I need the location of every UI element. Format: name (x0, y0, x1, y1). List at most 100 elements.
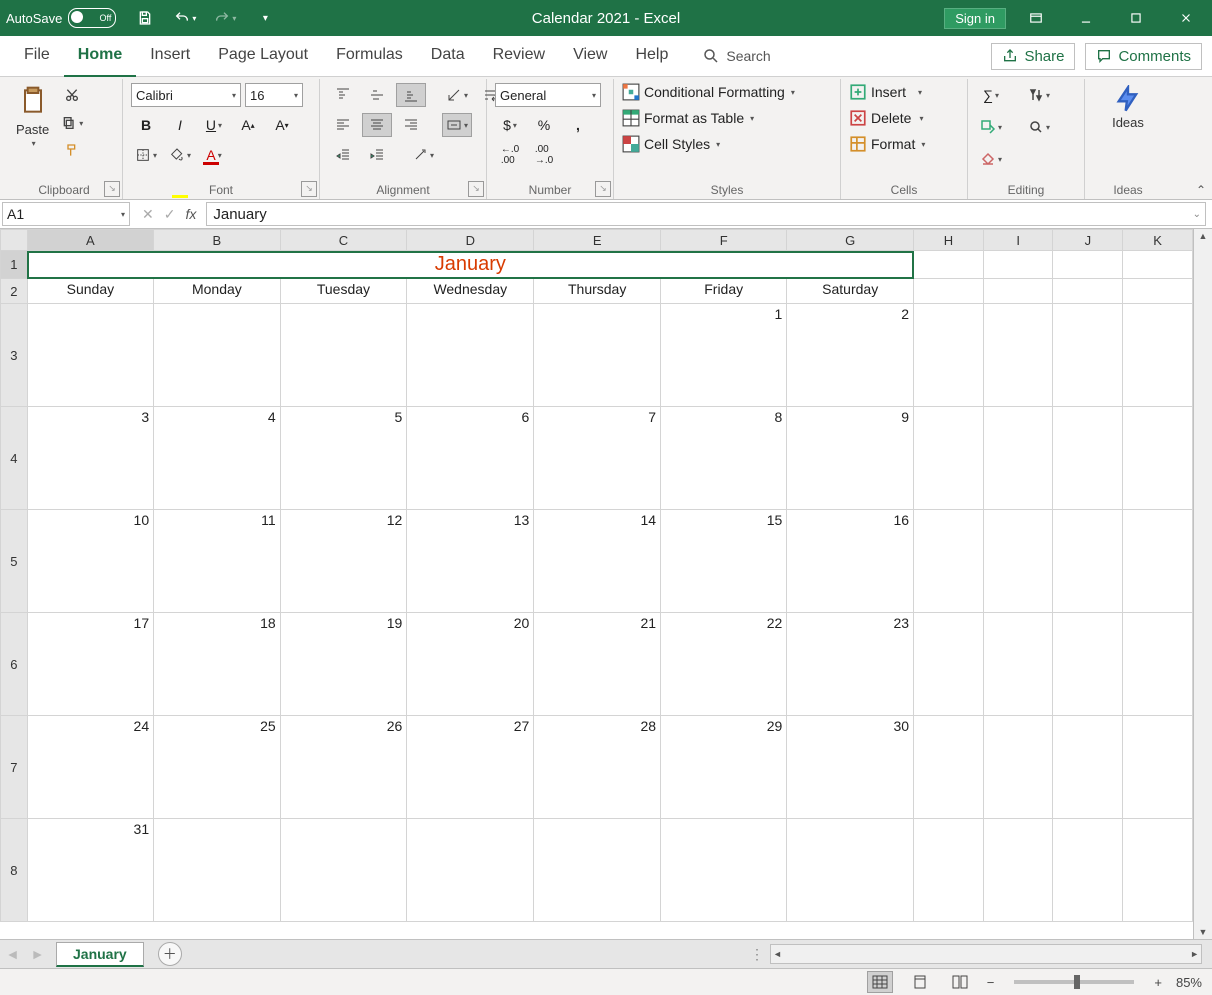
tab-page-layout[interactable]: Page Layout (204, 35, 322, 75)
align-top-icon[interactable] (328, 83, 358, 107)
align-middle-icon[interactable] (362, 83, 392, 107)
cell-F5[interactable]: 15 (661, 510, 787, 613)
cell-H1[interactable] (914, 251, 984, 279)
dialog-launcher-icon[interactable]: ↘ (104, 181, 120, 197)
align-bottom-icon[interactable] (396, 83, 426, 107)
cell-B5[interactable]: 11 (154, 510, 281, 613)
cell-K1[interactable] (1123, 251, 1193, 279)
col-header-D[interactable]: D (407, 230, 534, 251)
decrease-font-icon[interactable]: A▾ (267, 113, 297, 137)
cell-G6[interactable]: 23 (787, 613, 914, 716)
cell-A8[interactable]: 31 (27, 819, 153, 922)
row-header-4[interactable]: 4 (1, 407, 28, 510)
cell-H8[interactable] (914, 819, 984, 922)
cell-D2[interactable]: Wednesday (407, 279, 534, 304)
format-as-table-button[interactable]: Format as Table▾ (622, 109, 754, 127)
fx-icon[interactable]: fx (185, 206, 196, 222)
cell-I1[interactable] (983, 251, 1053, 279)
cell-K8[interactable] (1123, 819, 1193, 922)
col-header-C[interactable]: C (280, 230, 407, 251)
cell-styles-button[interactable]: Cell Styles▾ (622, 135, 720, 153)
format-painter-icon[interactable] (57, 139, 87, 163)
cell-G2[interactable]: Saturday (787, 279, 914, 304)
zoom-out-button[interactable]: − (987, 975, 995, 990)
increase-font-icon[interactable]: A▴ (233, 113, 263, 137)
increase-indent-icon[interactable] (362, 143, 392, 167)
cell-D6[interactable]: 20 (407, 613, 534, 716)
col-header-G[interactable]: G (787, 230, 914, 251)
cell-E6[interactable]: 21 (534, 613, 661, 716)
redo-icon[interactable]: ▾ (210, 6, 240, 30)
scroll-down-icon[interactable]: ▼ (1197, 925, 1210, 939)
cell-F4[interactable]: 8 (661, 407, 787, 510)
cell-E4[interactable]: 7 (534, 407, 661, 510)
comments-button[interactable]: Comments (1085, 43, 1202, 70)
cell-F3[interactable]: 1 (661, 304, 787, 407)
row-header-2[interactable]: 2 (1, 279, 28, 304)
row-header-7[interactable]: 7 (1, 716, 28, 819)
horizontal-scrollbar[interactable]: ◄ ► (770, 944, 1202, 964)
cell-B7[interactable]: 25 (154, 716, 281, 819)
share-button[interactable]: Share (991, 43, 1075, 70)
col-header-J[interactable]: J (1053, 230, 1123, 251)
find-select-icon[interactable]: ▾ (1024, 115, 1054, 139)
cell-H3[interactable] (914, 304, 984, 407)
cell-G8[interactable] (787, 819, 914, 922)
cell-I6[interactable] (983, 613, 1053, 716)
tell-me-search[interactable]: Search (702, 47, 770, 65)
cell-C4[interactable]: 5 (280, 407, 407, 510)
sheet-next-icon[interactable]: ► (31, 946, 45, 962)
cell-H4[interactable] (914, 407, 984, 510)
save-icon[interactable] (130, 6, 160, 30)
copy-icon[interactable]: ▾ (57, 111, 87, 135)
cut-icon[interactable] (57, 83, 87, 107)
cell-F6[interactable]: 22 (661, 613, 787, 716)
autosum-icon[interactable]: ∑▾ (976, 83, 1006, 107)
cell-I8[interactable] (983, 819, 1053, 922)
zoom-in-button[interactable]: + (1154, 975, 1162, 990)
cell-B3[interactable] (154, 304, 281, 407)
ideas-button[interactable]: Ideas (1093, 83, 1163, 132)
dialog-launcher-icon[interactable]: ↘ (468, 181, 484, 197)
cell-C6[interactable]: 19 (280, 613, 407, 716)
tab-insert[interactable]: Insert (136, 35, 204, 75)
confirm-edit-icon[interactable]: ✓ (164, 206, 176, 223)
tab-review[interactable]: Review (479, 35, 559, 75)
insert-cells-button[interactable]: Insert▾ (849, 83, 922, 101)
zoom-slider[interactable] (1014, 980, 1134, 984)
cell-G3[interactable]: 2 (787, 304, 914, 407)
font-color-icon[interactable]: A▾ (199, 143, 229, 167)
cell-D5[interactable]: 13 (407, 510, 534, 613)
cell-F8[interactable] (661, 819, 787, 922)
cell-E3[interactable] (534, 304, 661, 407)
collapse-ribbon-icon[interactable]: ⌃ (1196, 183, 1206, 197)
cell-J4[interactable] (1053, 407, 1123, 510)
comma-icon[interactable]: , (563, 113, 593, 137)
select-all-cell[interactable] (1, 230, 28, 251)
ribbon-display-icon[interactable] (1016, 0, 1056, 36)
zoom-level[interactable]: 85% (1176, 975, 1202, 990)
cell-H2[interactable] (914, 279, 984, 304)
clear-icon[interactable]: ▾ (976, 147, 1006, 171)
col-header-E[interactable]: E (534, 230, 661, 251)
cell-B8[interactable] (154, 819, 281, 922)
cell-G5[interactable]: 16 (787, 510, 914, 613)
cell-J2[interactable] (1053, 279, 1123, 304)
scroll-up-icon[interactable]: ▲ (1197, 229, 1210, 243)
cell-E8[interactable] (534, 819, 661, 922)
close-icon[interactable] (1166, 0, 1206, 36)
split-handle-icon[interactable]: ⋮ (750, 946, 764, 963)
cell-F7[interactable]: 29 (661, 716, 787, 819)
cell-G7[interactable]: 30 (787, 716, 914, 819)
cell-A1-month[interactable]: January (27, 251, 913, 279)
cell-C3[interactable] (280, 304, 407, 407)
cell-K2[interactable] (1123, 279, 1193, 304)
signin-button[interactable]: Sign in (944, 8, 1006, 29)
fill-icon[interactable]: ▾ (976, 115, 1006, 139)
dialog-launcher-icon[interactable]: ↘ (595, 181, 611, 197)
cell-I4[interactable] (983, 407, 1053, 510)
cell-A5[interactable]: 10 (27, 510, 153, 613)
grid[interactable]: ABCDEFGHIJK1January2SundayMondayTuesdayW… (0, 229, 1193, 939)
name-box[interactable]: A1 ▾ (2, 202, 130, 226)
cell-D7[interactable]: 27 (407, 716, 534, 819)
